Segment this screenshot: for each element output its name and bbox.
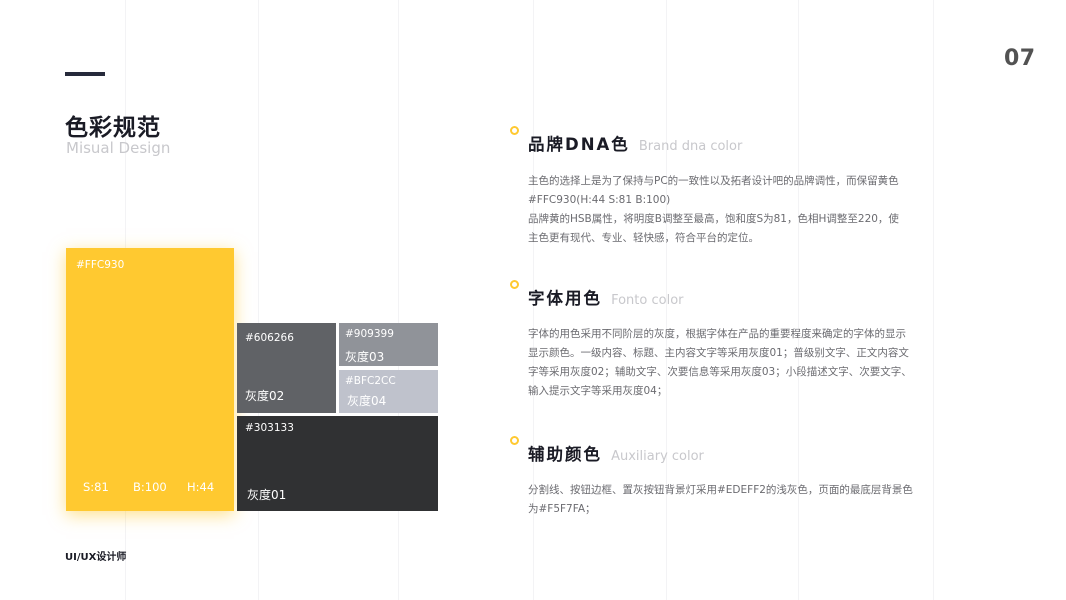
body-line: 字体的用色采用不同阶层的灰度，根据字体在产品的重要程度来确定的字体的显示 bbox=[528, 328, 906, 340]
swatch-code: #606266 bbox=[245, 332, 294, 344]
swatch-gray-04: #BFC2CC 灰度04 bbox=[339, 370, 438, 413]
swatch-label: 灰度04 bbox=[347, 394, 387, 408]
bullet-dot-icon bbox=[510, 280, 519, 289]
body-line: #FFC930(H:44 S:81 B:100) bbox=[528, 194, 671, 206]
section-title: 字体用色 Fonto color bbox=[528, 285, 684, 309]
section-body: 字体的用色采用不同阶层的灰度，根据字体在产品的重要程度来确定的字体的显示 显示颜… bbox=[528, 325, 938, 401]
page-number: 07 bbox=[1004, 46, 1036, 71]
section-title-en: Auxiliary color bbox=[611, 449, 704, 464]
body-line: 显示颜色。一级内容、标题、主内容文字等采用灰度01；普级别文字、正文内容文 bbox=[528, 347, 909, 359]
hue-value: H:44 bbox=[187, 480, 215, 494]
section-title-cn: 字体用色 bbox=[528, 289, 602, 308]
body-line: 字等采用灰度02；辅助文字、次要信息等采用灰度03；小段描述文字、次要文字、 bbox=[528, 366, 912, 378]
swatch-code: #303133 bbox=[245, 422, 294, 434]
bullet-dot-icon bbox=[510, 436, 519, 445]
brightness-value: B:100 bbox=[133, 480, 167, 494]
section-body: 主色的选择上是为了保持与PC的一致性以及拓者设计吧的品牌调性，而保留黄色 #FF… bbox=[528, 172, 938, 248]
swatch-gray-02: #606266 灰度02 bbox=[237, 323, 336, 413]
body-line: 主色的选择上是为了保持与PC的一致性以及拓者设计吧的品牌调性，而保留黄色 bbox=[528, 175, 899, 187]
swatch-primary-yellow: #FFC930 S:81 B:100 H:44 bbox=[66, 248, 234, 511]
swatch-label: 灰度03 bbox=[345, 350, 385, 364]
section-body: 分割线、按钮边框、置灰按钮背景灯采用#EDEFF2的浅灰色，页面的最底层背景色 … bbox=[528, 481, 938, 519]
title-accent-bar bbox=[65, 72, 105, 76]
section-title-en: Fonto color bbox=[611, 293, 684, 308]
body-line: 分割线、按钮边框、置灰按钮背景灯采用#EDEFF2的浅灰色，页面的最底层背景色 bbox=[528, 484, 913, 496]
swatch-label: 灰度02 bbox=[245, 389, 285, 403]
body-line: 主色更有现代、专业、轻快感，符合平台的定位。 bbox=[528, 232, 759, 244]
section-title: 品牌DNA色 Brand dna color bbox=[528, 131, 742, 155]
section-title-cn: 品牌DNA色 bbox=[528, 135, 630, 154]
swatch-code: #FFC930 bbox=[76, 259, 125, 271]
body-line: 为#F5F7FA； bbox=[528, 503, 596, 515]
page-subtitle: Misual Design bbox=[66, 139, 171, 157]
footer-label: UI/UX设计师 bbox=[65, 552, 127, 563]
section-title-en: Brand dna color bbox=[638, 139, 743, 154]
body-line: 输入提示文字等采用灰度04； bbox=[528, 385, 668, 397]
section-title: 辅助颜色 Auxiliary color bbox=[528, 441, 704, 465]
swatch-code: #BFC2CC bbox=[345, 375, 396, 387]
body-line: 品牌黄的HSB属性，将明度B调整至最高，饱和度S为81，色相H调整至220，使 bbox=[528, 213, 899, 225]
swatch-code: #909399 bbox=[345, 328, 394, 340]
swatch-gray-03: #909399 灰度03 bbox=[339, 323, 438, 366]
saturation-value: S:81 bbox=[83, 480, 109, 494]
page-title: 色彩规范 bbox=[65, 115, 161, 141]
section-title-cn: 辅助颜色 bbox=[528, 445, 602, 464]
swatch-gray-01: #303133 灰度01 bbox=[237, 416, 438, 511]
bullet-dot-icon bbox=[510, 126, 519, 135]
swatch-label: 灰度01 bbox=[247, 488, 287, 502]
